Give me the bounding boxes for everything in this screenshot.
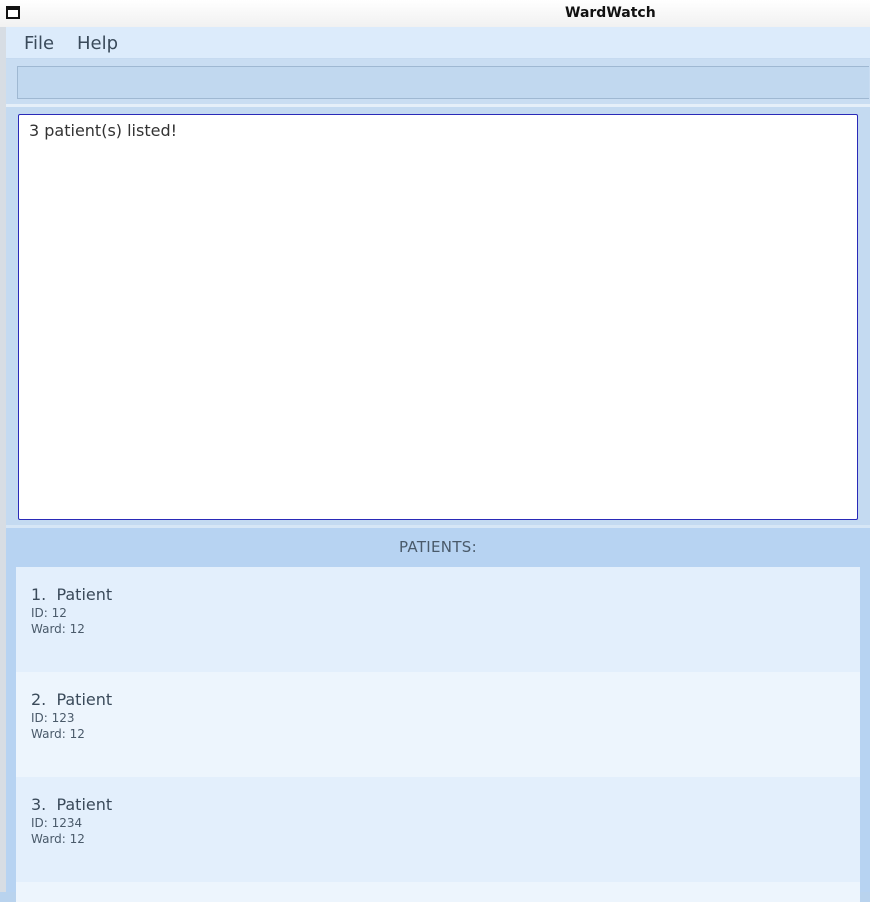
patient-ward: Ward: 12 [31, 727, 85, 741]
patient-ward: Ward: 12 [31, 622, 85, 636]
result-area: 3 patient(s) listed! [6, 107, 870, 525]
command-input[interactable] [17, 66, 869, 99]
menu-file[interactable]: File [24, 33, 54, 54]
patient-index: 2. [31, 690, 47, 709]
patient-id: ID: 123 [31, 711, 75, 725]
patient-title: 1. Patient [31, 585, 860, 605]
patient-id: ID: 12 [31, 606, 67, 620]
patient-id: ID: 1234 [31, 816, 83, 830]
patient-card[interactable]: 1. Patient ID: 12 Ward: 12 [16, 567, 860, 672]
patient-card[interactable]: 3. Patient ID: 1234 Ward: 12 [16, 777, 860, 882]
window-title: WardWatch [565, 5, 656, 21]
patient-name: Patient [56, 585, 113, 604]
patient-name: Patient [56, 690, 113, 709]
window-title-bar[interactable]: WardWatch [0, 0, 870, 28]
patient-list[interactable]: 1. Patient ID: 12 Ward: 12 2. Patient ID… [16, 567, 860, 902]
patient-index: 1. [31, 585, 47, 604]
menu-bar: File Help [6, 27, 870, 59]
patient-ward: Ward: 12 [31, 832, 85, 846]
patient-title: 2. Patient [31, 690, 860, 710]
patient-name: Patient [56, 795, 113, 814]
patient-card-partial[interactable] [16, 882, 860, 902]
patient-title: 3. Patient [31, 795, 860, 815]
patient-index: 3. [31, 795, 47, 814]
menu-help[interactable]: Help [77, 33, 118, 54]
patient-card[interactable]: 2. Patient ID: 123 Ward: 12 [16, 672, 860, 777]
patient-list-panel: PATIENTS: 1. Patient ID: 12 Ward: 12 2. … [6, 528, 870, 902]
window-icon[interactable] [6, 6, 20, 19]
command-area [6, 59, 870, 105]
result-display: 3 patient(s) listed! [18, 114, 858, 520]
patient-list-header: PATIENTS: [399, 538, 477, 556]
